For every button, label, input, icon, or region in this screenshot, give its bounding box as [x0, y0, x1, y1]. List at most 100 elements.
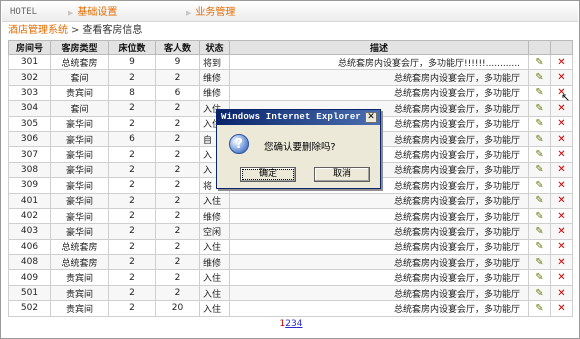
cell-room-type: 豪华间	[50, 177, 109, 194]
cell-room-no: 408	[8, 254, 51, 271]
delete-icon[interactable]: ✕	[557, 226, 565, 237]
delete-icon[interactable]: ✕	[557, 195, 565, 206]
cell-guests: 2	[155, 100, 200, 117]
cell-description: 总统套房内设宴会厅，多功能厅	[229, 207, 529, 225]
edit-cell: ✎	[528, 115, 551, 132]
nav-tab-basic-settings[interactable]: ▶ 基础设置	[68, 5, 117, 20]
cell-room-type: 豪华间	[50, 115, 109, 132]
cell-room-type: 总统套房	[50, 238, 109, 256]
cell-room-no: 406	[8, 238, 51, 256]
edit-icon[interactable]: ✎	[535, 257, 543, 268]
table-row: 502 贵宾间 2 20 入住 总统套房内设宴会厅，多功能厅 ✎ ✕	[8, 300, 573, 317]
delete-icon[interactable]: ✕	[557, 72, 565, 83]
cell-room-type: 豪华间	[50, 161, 109, 179]
edit-cell: ✎	[528, 207, 551, 225]
edit-icon[interactable]: ✎	[535, 134, 543, 145]
cell-description: 总统套房内设宴会厅，多功能厅	[229, 269, 529, 286]
edit-icon[interactable]: ✎	[535, 164, 543, 175]
edit-cell: ✎	[528, 177, 551, 194]
cell-beds: 2	[108, 238, 156, 256]
delete-icon[interactable]: ✕	[557, 241, 565, 252]
delete-icon[interactable]: ✕	[557, 149, 565, 160]
header-beds: 床位数	[108, 40, 156, 55]
edit-icon[interactable]: ✎	[535, 103, 543, 114]
header-room-no: 房间号	[8, 40, 51, 55]
delete-cell: ✕	[550, 284, 573, 302]
edit-cell: ✎	[528, 284, 551, 302]
edit-icon[interactable]: ✎	[535, 149, 543, 160]
edit-icon[interactable]: ✎	[535, 118, 543, 129]
cell-room-type: 贵宾间	[50, 269, 109, 286]
delete-icon[interactable]: ✕	[557, 103, 565, 114]
cell-beds: 2	[108, 146, 156, 163]
cell-room-type: 豪华间	[50, 192, 109, 209]
table-row: 501 贵宾间 2 2 入住 总统套房内设宴会厅，多功能厅 ✎ ✕	[8, 284, 573, 302]
delete-icon[interactable]: ✕	[557, 164, 565, 175]
edit-icon[interactable]: ✎	[535, 226, 543, 237]
cell-room-type: 豪华间	[50, 146, 109, 163]
edit-icon[interactable]: ✎	[535, 57, 543, 68]
nav-tab-label: 业务管理	[195, 7, 236, 18]
cell-guests: 2	[155, 269, 200, 286]
cell-beds: 6	[108, 130, 156, 148]
breadcrumb-home-link[interactable]: 酒店管理系统	[8, 25, 68, 36]
delete-cell: ✕	[550, 223, 573, 240]
delete-icon[interactable]: ✕	[557, 272, 565, 283]
delete-cell: ✕	[550, 300, 573, 317]
delete-icon[interactable]: ✕	[557, 257, 565, 268]
delete-icon[interactable]: ✕	[557, 288, 565, 299]
edit-cell: ✎	[528, 146, 551, 163]
cancel-button[interactable]: 取消	[314, 167, 370, 182]
edit-icon[interactable]: ✎	[535, 303, 543, 314]
delete-icon[interactable]: ✕	[557, 118, 565, 129]
edit-icon[interactable]: ✎	[535, 72, 543, 83]
breadcrumb: 酒店管理系统 > 查看客房信息	[8, 23, 142, 38]
delete-icon[interactable]: ✕	[557, 57, 565, 68]
header-delete	[550, 40, 573, 55]
edit-icon[interactable]: ✎	[535, 87, 543, 98]
edit-icon[interactable]: ✎	[535, 241, 543, 252]
cell-guests: 2	[155, 192, 200, 209]
header-status: 状态	[199, 40, 230, 55]
delete-cell: ✕	[550, 161, 573, 179]
question-icon: ?	[229, 134, 249, 154]
nav-tab-business[interactable]: ▶ 业务管理	[186, 5, 235, 20]
delete-cell: ✕	[550, 69, 573, 86]
cell-status: 维修	[199, 84, 230, 102]
dialog-close-button[interactable]: ✕	[365, 112, 377, 123]
cell-status: 入住	[199, 192, 230, 209]
cell-guests: 2	[155, 161, 200, 179]
edit-icon[interactable]: ✎	[535, 180, 543, 191]
delete-icon[interactable]: ✕	[557, 211, 565, 222]
delete-cell: ✕	[550, 238, 573, 256]
edit-cell: ✎	[528, 69, 551, 86]
delete-icon[interactable]: ✕	[557, 303, 565, 314]
edit-icon[interactable]: ✎	[535, 288, 543, 299]
edit-cell: ✎	[528, 53, 551, 71]
cell-room-no: 403	[8, 223, 51, 240]
edit-icon[interactable]: ✎	[535, 195, 543, 206]
breadcrumb-separator: >	[71, 25, 80, 36]
cell-status: 将到	[199, 53, 230, 71]
cell-room-type: 套间	[50, 100, 109, 117]
cell-room-no: 502	[8, 300, 51, 317]
delete-cell: ✕	[550, 115, 573, 132]
cell-beds: 9	[108, 53, 156, 71]
page-link-4[interactable]: 4	[297, 319, 303, 329]
delete-icon[interactable]: ✕	[557, 180, 565, 191]
ok-button[interactable]: 确定	[240, 167, 296, 182]
delete-icon[interactable]: ✕	[557, 134, 565, 145]
cell-beds: 2	[108, 177, 156, 194]
triangle-icon: ▶	[186, 9, 192, 17]
edit-icon[interactable]: ✎	[535, 272, 543, 283]
edit-icon[interactable]: ✎	[535, 211, 543, 222]
confirm-dialog: Windows Internet Explorer ✕ ? 您确认要删除吗? 确…	[216, 109, 381, 189]
cell-room-no: 302	[8, 69, 51, 86]
delete-cell: ✕	[550, 207, 573, 225]
delete-cell: ✕	[550, 146, 573, 163]
cell-beds: 2	[108, 223, 156, 240]
cell-guests: 2	[155, 69, 200, 86]
cell-room-type: 贵宾间	[50, 84, 109, 102]
cell-status: 入住	[199, 238, 230, 256]
cell-room-no: 305	[8, 115, 51, 132]
